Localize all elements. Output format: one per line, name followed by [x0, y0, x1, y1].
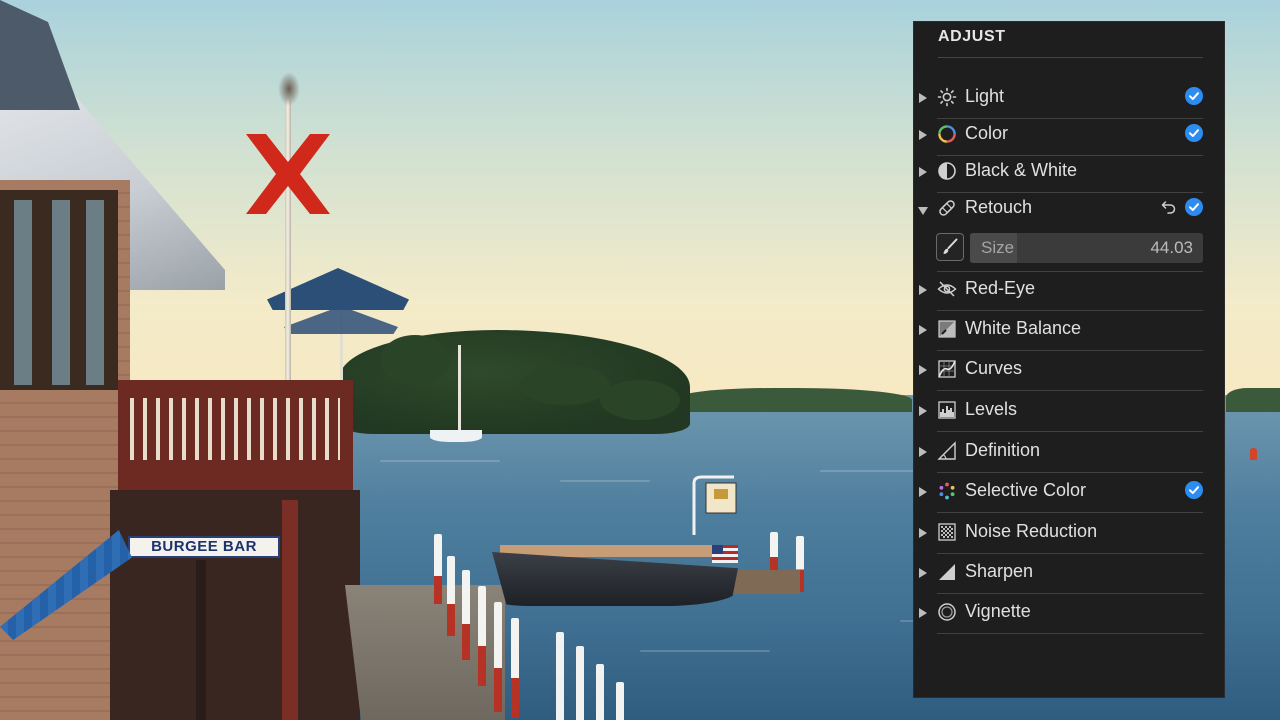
checkmark-icon[interactable]	[1185, 87, 1203, 105]
sharpen-icon	[939, 564, 955, 580]
adjust-item-label: Red-Eye	[965, 278, 1036, 298]
adjust-item-white-balance[interactable]: White Balance	[914, 315, 1224, 351]
adjust-item-red-eye[interactable]: Red-Eye	[914, 275, 1224, 311]
disclosure-triangle-icon[interactable]	[919, 447, 927, 457]
adjust-item-label: Light	[965, 86, 1005, 106]
disclosure-triangle-icon[interactable]	[919, 487, 927, 497]
checkmark-icon[interactable]	[1185, 124, 1203, 142]
disclosure-triangle-icon[interactable]	[919, 568, 927, 578]
disclosure-triangle-icon[interactable]	[919, 406, 927, 416]
disclosure-triangle-icon[interactable]	[919, 93, 927, 103]
deck-railing	[130, 398, 340, 460]
american-flag	[712, 545, 738, 563]
adjust-item-noise-reduction[interactable]: Noise Reduction	[914, 518, 1224, 554]
disclosure-triangle-icon[interactable]	[919, 325, 927, 335]
adjust-item-label: Levels	[965, 399, 1018, 419]
adjust-item-label: Retouch	[965, 197, 1033, 217]
lower-bar	[110, 490, 360, 720]
sailboat-mast	[458, 345, 461, 433]
adjust-item-vignette[interactable]: Vignette	[914, 598, 1224, 634]
curves-icon	[938, 360, 956, 378]
red-x-mark	[246, 134, 330, 214]
vignette-icon	[938, 603, 956, 621]
panel-title: ADJUST	[938, 28, 1006, 45]
adjust-panel: ADJUST Light Color Black & White Retouch…	[913, 21, 1225, 698]
size-value: 44.03	[1150, 238, 1193, 257]
adjust-item-label: Vignette	[965, 601, 1031, 621]
adjust-item-curves[interactable]: Curves	[914, 355, 1224, 391]
disclosure-triangle-open-icon[interactable]	[918, 207, 928, 215]
disclosure-triangle-icon[interactable]	[919, 130, 927, 140]
definition-icon	[937, 441, 956, 460]
adjust-item-black-white[interactable]: Black & White	[914, 157, 1224, 193]
adjust-item-label: Definition	[965, 440, 1041, 460]
color-wheel-icon	[938, 125, 956, 143]
buoy	[1250, 448, 1257, 460]
dock-sign	[692, 475, 737, 535]
levels-icon	[938, 401, 956, 419]
adjust-item-definition[interactable]: Definition	[914, 437, 1224, 473]
disclosure-triangle-icon[interactable]	[919, 167, 927, 177]
adjust-item-light[interactable]: Light	[914, 83, 1224, 119]
disclosure-triangle-icon[interactable]	[919, 365, 927, 375]
checkmark-icon[interactable]	[1185, 198, 1203, 216]
adjust-item-label: Color	[965, 123, 1009, 143]
brush-tool-button[interactable]	[936, 233, 964, 261]
retouch-size-control: Size 44.03	[936, 232, 1204, 264]
adjust-item-label: Black & White	[965, 160, 1078, 180]
size-label: Size	[981, 238, 1015, 257]
pole-top-blemish	[278, 72, 300, 106]
burgee-bar-sign: BURGEE BAR	[128, 536, 280, 558]
disclosure-triangle-icon[interactable]	[919, 528, 927, 538]
eye-slash-icon	[937, 281, 957, 297]
white-balance-icon	[938, 320, 956, 338]
adjust-item-retouch[interactable]: Retouch	[914, 194, 1224, 230]
pier	[730, 570, 800, 594]
checkmark-icon[interactable]	[1185, 481, 1203, 499]
revert-icon[interactable]	[1160, 198, 1178, 216]
half-circle-icon	[938, 162, 956, 180]
selective-color-icon	[939, 482, 955, 500]
adjust-item-selective-color[interactable]: Selective Color	[914, 477, 1224, 513]
sailboat	[430, 430, 482, 442]
adjust-item-color[interactable]: Color	[914, 120, 1224, 156]
adjust-item-label: Sharpen	[965, 561, 1034, 581]
far-shoreline-right	[1226, 388, 1280, 412]
divider	[938, 57, 1203, 58]
noise-icon	[938, 523, 956, 541]
adjust-item-label: Noise Reduction	[965, 521, 1098, 541]
size-slider[interactable]: Size 44.03	[970, 233, 1203, 263]
sun-icon	[937, 87, 957, 107]
bandage-icon	[939, 200, 955, 216]
disclosure-triangle-icon[interactable]	[919, 285, 927, 295]
adjust-item-sharpen[interactable]: Sharpen	[914, 558, 1224, 594]
brush-icon	[943, 238, 958, 254]
adjust-item-label: Curves	[965, 358, 1023, 378]
far-shoreline	[680, 388, 912, 412]
adjust-item-label: White Balance	[965, 318, 1082, 338]
adjust-item-label: Selective Color	[965, 480, 1087, 500]
disclosure-triangle-icon[interactable]	[919, 608, 927, 618]
adjust-item-levels[interactable]: Levels	[914, 396, 1224, 432]
